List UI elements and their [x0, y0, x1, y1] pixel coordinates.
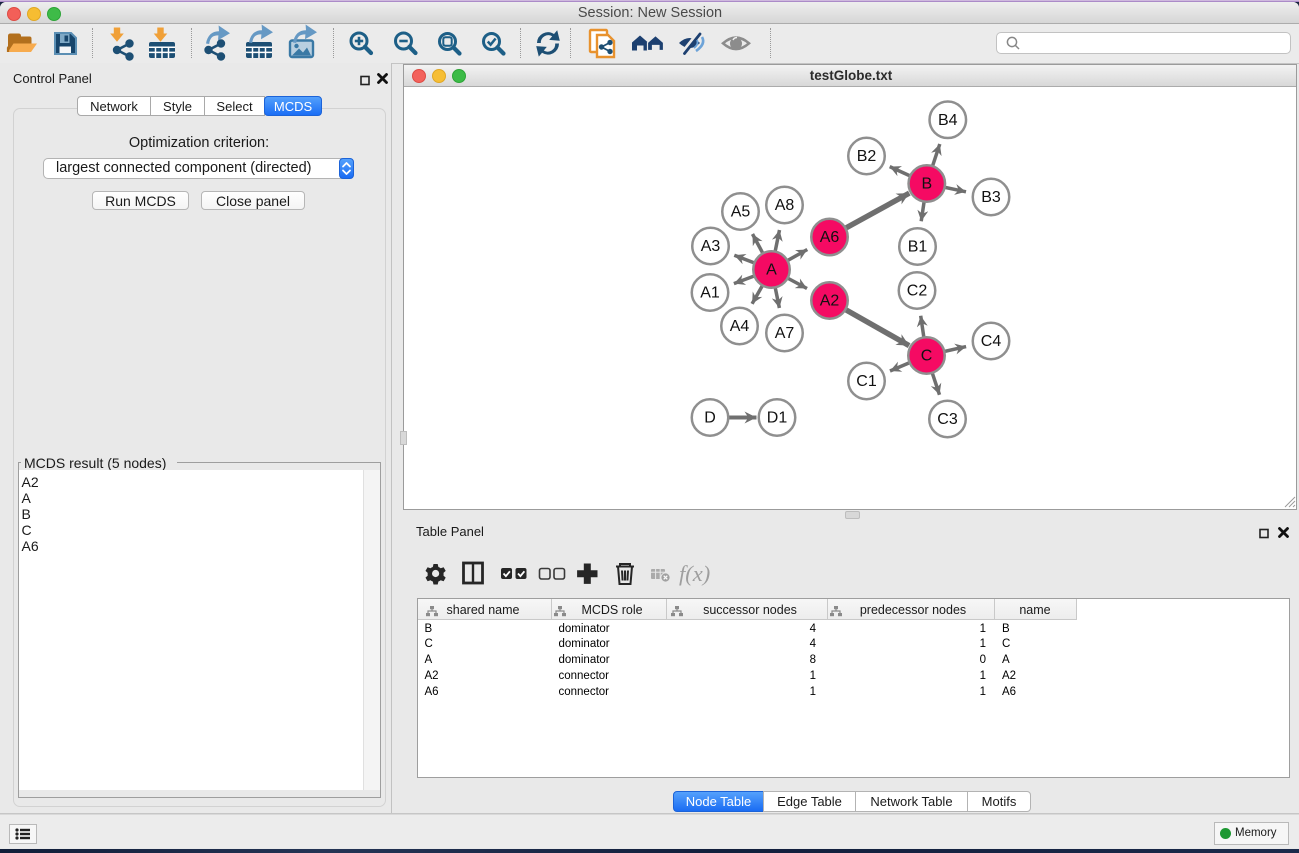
svg-text:C3: C3	[937, 411, 958, 428]
svg-text:D1: D1	[767, 410, 788, 427]
svg-text:A: A	[766, 262, 777, 279]
svg-text:B1: B1	[908, 239, 928, 256]
svg-text:B: B	[921, 176, 932, 193]
svg-text:A6: A6	[820, 229, 840, 246]
svg-text:C2: C2	[907, 283, 928, 300]
svg-text:B4: B4	[938, 112, 958, 129]
svg-text:A2: A2	[820, 293, 840, 310]
svg-text:B3: B3	[981, 189, 1001, 206]
svg-text:C: C	[921, 348, 933, 365]
svg-text:A7: A7	[775, 325, 795, 342]
svg-text:B2: B2	[857, 148, 877, 165]
svg-text:A3: A3	[701, 238, 721, 255]
svg-text:A5: A5	[731, 204, 751, 221]
svg-text:D: D	[704, 410, 716, 427]
svg-text:f(x): f(x)	[679, 561, 710, 586]
svg-text:A1: A1	[700, 285, 720, 302]
svg-text:A4: A4	[730, 318, 750, 335]
svg-text:C4: C4	[981, 333, 1002, 350]
svg-text:C1: C1	[856, 373, 877, 390]
svg-text:A8: A8	[775, 197, 795, 214]
